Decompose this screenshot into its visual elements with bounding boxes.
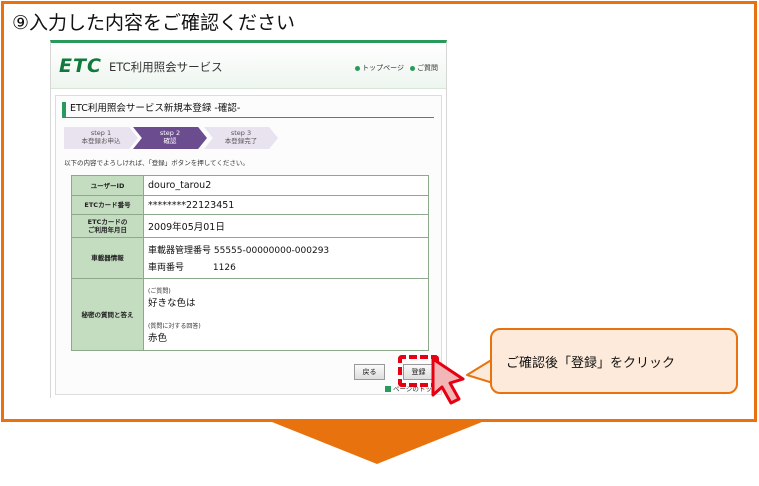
faq-link-label: ご質問: [417, 64, 438, 72]
form-title: ETC利用照会サービス新規本登録 -確認-: [62, 102, 434, 118]
content-panel: ETC利用照会サービス新規本登録 -確認- step 1 本登録お申込 step…: [55, 95, 442, 395]
vehicle-device-number: 車載器管理番号 55555-00000000-000293: [148, 246, 330, 256]
secret-value: (ご質問) 好きな色は (質問に対する回答) 赤色: [143, 278, 429, 351]
top-page-link-label: トップページ: [362, 64, 404, 72]
table-row: 車載器情報 車載器管理番号 55555-00000000-000293 車両番号…: [71, 237, 429, 279]
table-row: ユーザーID douro_tarou2: [71, 175, 429, 196]
step-2-active: step 2 確認: [133, 127, 207, 149]
bullet-icon: [410, 65, 415, 71]
step-2-label: 確認: [163, 136, 177, 145]
confirmation-table: ユーザーID douro_tarou2 ETCカード番号 ********221…: [71, 175, 429, 351]
top-page-link[interactable]: トップページ: [355, 63, 404, 73]
table-row: ETCカード番号 ********22123451: [71, 195, 429, 215]
down-arrow-icon: [272, 422, 482, 464]
question-text: 好きな色は: [148, 297, 196, 309]
page-top-icon: [385, 386, 391, 392]
etc-logo: ETC: [59, 55, 102, 77]
step-3-label: 本登録完了: [224, 136, 258, 145]
user-id-label: ユーザーID: [71, 175, 144, 196]
user-id-value: douro_tarou2: [143, 175, 429, 196]
back-button[interactable]: 戻る: [354, 364, 385, 380]
vehicle-number-label: 車両番号: [148, 263, 185, 273]
step-3: step 3 本登録完了: [204, 127, 278, 149]
faq-link[interactable]: ご質問: [410, 63, 438, 73]
callout-box: ご確認後「登録」をクリック: [490, 328, 738, 394]
service-name: ETC利用照会サービス: [109, 60, 223, 74]
card-date-label: ETCカードの ご利用年月日: [71, 214, 144, 238]
answer-caption: (質問に対する回答): [148, 322, 201, 330]
card-number-label: ETCカード番号: [71, 195, 144, 215]
table-row: 秘密の質問と答え (ご質問) 好きな色は (質問に対する回答) 赤色: [71, 278, 429, 351]
red-cursor-arrow-icon: [431, 357, 465, 405]
instruction-text: 以下の内容でよろしければ、「登録」ボタンを押してください。: [64, 159, 249, 167]
answer-text: 赤色: [148, 332, 168, 344]
card-date-label-line1: ETCカードの: [87, 218, 128, 226]
header-links: トップページ ご質問: [355, 63, 438, 73]
vehicle-label: 車載器情報: [71, 237, 144, 279]
screenshot-panel: ETC ETC利用照会サービス トップページ ご質問 ETC利用照会サービス新規…: [50, 40, 447, 398]
question-caption: (ご質問): [148, 287, 171, 295]
card-date-label-line2: ご利用年月日: [88, 226, 127, 234]
callout-text: ご確認後「登録」をクリック: [506, 356, 676, 371]
step-1-label: 本登録お申込: [81, 136, 121, 145]
vehicle-number-line: 車両番号 1126: [148, 260, 428, 273]
vehicle-number-value: 1126: [212, 263, 236, 273]
table-row: ETCカードの ご利用年月日 2009年05月01日: [71, 214, 429, 238]
app-header: ETC ETC利用照会サービス トップページ ご質問: [51, 43, 446, 89]
card-date-value: 2009年05月01日: [143, 214, 429, 238]
step-1: step 1 本登録お申込: [64, 127, 138, 149]
step-heading: ⑨入力した内容をご確認ください: [12, 12, 296, 34]
card-number-value: ********22123451: [143, 195, 429, 215]
vehicle-value: 車載器管理番号 55555-00000000-000293 車両番号 1126: [143, 237, 429, 279]
bullet-icon: [355, 65, 361, 71]
secret-label: 秘密の質問と答え: [71, 278, 144, 351]
